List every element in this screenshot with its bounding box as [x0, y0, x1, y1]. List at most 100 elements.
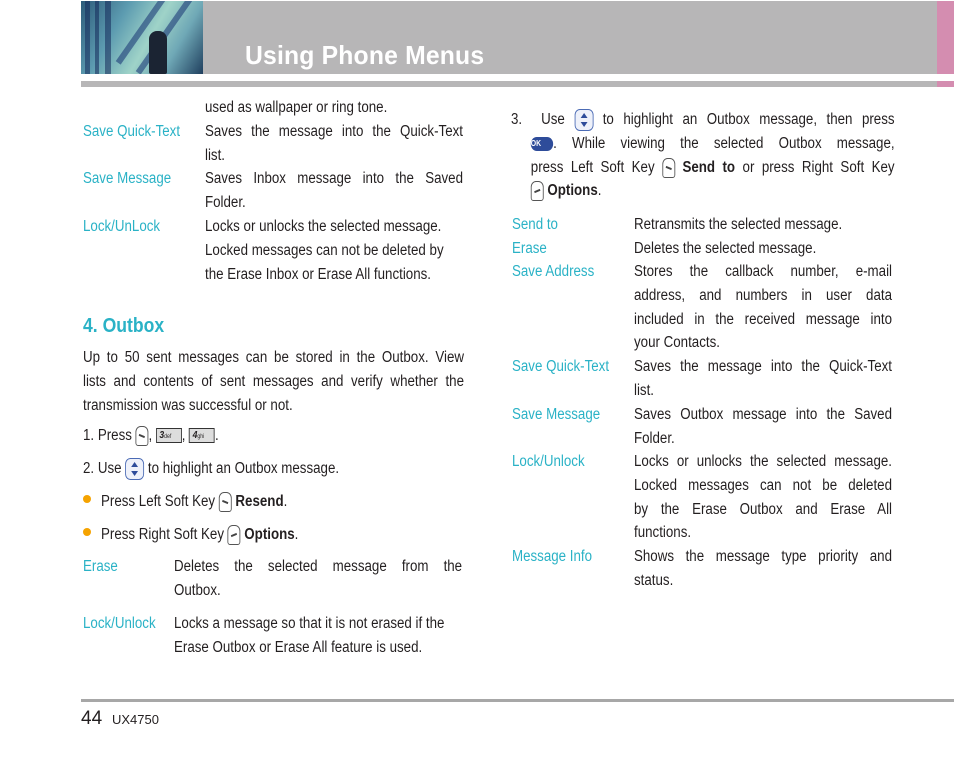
step-3-line: 3. Use to highlight an Outbox message, t… — [511, 108, 895, 132]
option-term: Save Address — [512, 263, 595, 280]
option-term: Lock/UnLock — [83, 218, 161, 235]
step-text: Use — [541, 111, 565, 128]
option-desc: Saves Inbox message into the Saved Folde… — [205, 167, 463, 215]
step-text: to highlight an Outbox message, then pre… — [602, 111, 895, 128]
option-term: Erase — [83, 558, 118, 575]
step-bold: Send to — [682, 158, 736, 176]
period: . — [283, 493, 288, 510]
option-desc: Shows the message type priority and stat… — [634, 545, 892, 593]
desc-line: Folder. — [634, 429, 675, 447]
key-letters: def — [164, 434, 172, 441]
photo-figure — [149, 31, 167, 74]
option-term: Message Info — [512, 548, 593, 565]
intro-line: Up to 50 sent messages can be stored in … — [83, 349, 464, 366]
page-number: 44 — [81, 708, 103, 729]
desc-line: list. — [205, 146, 225, 164]
option-desc: Saves the message into the Quick-Text li… — [634, 355, 892, 403]
period: . — [214, 427, 219, 444]
desc-line: Deletes the selected message. — [634, 240, 817, 257]
page-title: Using Phone Menus — [245, 40, 485, 70]
header-accent — [937, 1, 954, 74]
option-term: Send to — [512, 216, 558, 233]
header-photo — [81, 1, 203, 74]
option-desc: Locks or unlocks the selected message. L… — [634, 450, 892, 545]
key-3-icon: 3def — [155, 428, 182, 444]
left-soft-key-icon — [135, 425, 149, 446]
desc-line: list. — [634, 381, 654, 399]
desc-line: Saves the message into the Quick-Text — [205, 123, 463, 140]
separator: , — [148, 427, 153, 444]
step-3: 3. Use to highlight an Outbox message, t… — [511, 108, 895, 203]
desc-line: the Erase Inbox or Erase All functions. — [205, 265, 431, 283]
photo-stripe — [95, 1, 99, 74]
intro-line: lists and contents of sent messages and … — [83, 372, 464, 390]
step-3-line: OK. While viewing the selected Outbox me… — [511, 132, 895, 156]
desc-line: Locks or unlocks the selected message. — [634, 453, 892, 470]
desc-line: functions. — [634, 524, 692, 542]
option-term: Erase — [512, 240, 547, 257]
step-2: 2. Use to highlight an Outbox message. — [83, 457, 339, 481]
photo-stripe — [85, 1, 90, 74]
option-desc: Locks or unlocks the selected message. L… — [205, 215, 463, 286]
desc-line: Locked messages can not be deleted by — [205, 241, 444, 259]
step-2-suffix: to highlight an Outbox message. — [147, 460, 340, 477]
desc-line: Locks or unlocks the selected message. — [205, 218, 442, 235]
desc-line: Saves the message into the Quick-Text — [634, 358, 892, 375]
option-term: Save Message — [512, 406, 601, 423]
photo-stripe — [105, 1, 111, 74]
desc-line: Retransmits the selected message. — [634, 216, 843, 233]
desc-line: Locks a message so that it is not erased… — [174, 615, 445, 632]
continued-text: used as wallpaper or ring tone. — [205, 99, 388, 116]
section-intro: Up to 50 sent messages can be stored in … — [83, 346, 464, 417]
ok-key-icon: OK — [530, 136, 554, 151]
desc-line: your Contacts. — [634, 334, 720, 352]
step-number: 3. — [511, 111, 523, 128]
option-desc: Locks a message so that it is not erased… — [174, 612, 462, 660]
right-soft-key-icon — [227, 524, 241, 545]
section-title: 4. Outbox — [83, 315, 165, 337]
footer-rule — [81, 699, 954, 702]
desc-line: Locked messages can not be deleted — [634, 476, 892, 494]
step-2-prefix: 2. Use — [83, 460, 122, 477]
step-3-line: press Left Soft Key Send to or press Rig… — [511, 156, 895, 180]
key-letters: ghi — [197, 434, 205, 441]
option-term: Save Quick-Text — [512, 358, 610, 375]
period: . — [597, 182, 602, 200]
desc-line: Erase Outbox or Erase All feature is use… — [174, 638, 423, 656]
desc-line: address, and numbers in user data — [634, 286, 892, 304]
desc-line: by the Erase Outbox and Erase All — [634, 500, 892, 518]
right-soft-key-icon — [530, 181, 544, 202]
left-soft-key-icon — [662, 157, 675, 178]
desc-line: Saves Outbox message into the Saved — [634, 406, 892, 423]
header-bar — [81, 1, 937, 74]
option-desc: Saves Outbox message into the Saved Fold… — [634, 403, 892, 451]
bullet-item: Press Right Soft Key Options. — [101, 523, 298, 547]
desc-line: Deletes the selected message from the — [174, 558, 463, 575]
option-term: Save Message — [83, 170, 172, 187]
step-1: 1. Press , 3def, 4ghi. — [83, 424, 219, 448]
period: . — [294, 526, 299, 543]
option-term: Lock/Unlock — [83, 615, 156, 632]
step-3-line: Options. — [511, 179, 895, 203]
desc-line: Shows the message type priority and — [634, 548, 892, 565]
desc-line: status. — [634, 571, 674, 589]
bullet-bold: Options — [244, 526, 295, 543]
desc-line: Outbox. — [174, 581, 221, 599]
option-desc: Saves the message into the Quick-Text li… — [205, 120, 463, 168]
step-text: press Left Soft Key — [530, 158, 655, 176]
bullet-icon — [83, 528, 91, 536]
left-soft-key-icon — [218, 491, 232, 512]
option-term: Save Quick-Text — [83, 123, 181, 140]
desc-line: Saves Inbox message into the Saved — [205, 170, 463, 187]
desc-line: included in the received message into — [634, 310, 892, 328]
step-bold: Options — [547, 182, 598, 200]
bullet-text: Press Right Soft Key — [101, 526, 224, 543]
intro-line: transmission was successful or not. — [83, 396, 293, 414]
step-text: . While viewing the selected Outbox mess… — [553, 134, 895, 152]
separator: , — [181, 427, 186, 444]
desc-line: Folder. — [205, 193, 246, 211]
desc-line: Stores the callback number, e-mail — [634, 263, 892, 280]
bullet-bold: Resend — [235, 493, 284, 510]
model-name: UX4750 — [112, 712, 159, 727]
step-text: or press Right Soft Key — [742, 158, 895, 176]
